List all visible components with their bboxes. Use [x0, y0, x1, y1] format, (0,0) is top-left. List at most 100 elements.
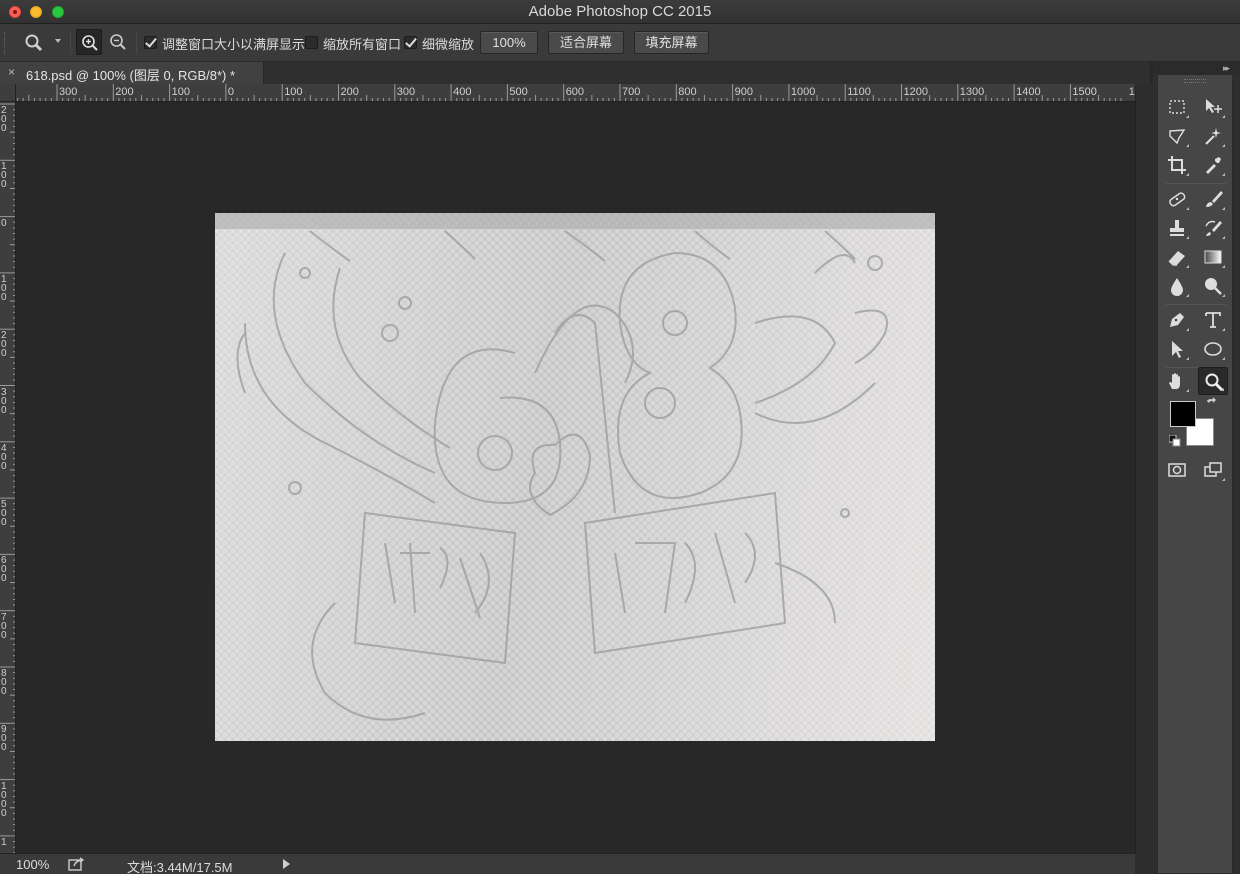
ruler-label: 1 [1, 836, 7, 848]
eraser-icon [1168, 251, 1185, 266]
document-tab-strip: × 618.psd @ 100% (图层 0, RGB/8*) * [0, 62, 1150, 84]
quick-mask-button[interactable] [1162, 456, 1192, 484]
water-drop-icon [1171, 278, 1183, 296]
toolbox-grip[interactable] [1184, 79, 1206, 83]
ruler-label: 300 [59, 86, 78, 98]
ruler-label: 300 [396, 86, 416, 98]
gradient-tool[interactable] [1198, 243, 1228, 271]
ellipse-icon [1204, 342, 1222, 356]
ruler-label: 600 [565, 86, 585, 98]
ruler-label: 300 [1, 386, 7, 416]
healing-brush-tool[interactable] [1162, 185, 1192, 213]
foreground-color-swatch[interactable] [1170, 401, 1196, 427]
resize-windows-checkbox[interactable] [144, 36, 157, 49]
document-tab-label: 618.psd @ 100% (图层 0, RGB/8*) * [26, 68, 236, 83]
status-zoom-level[interactable]: 100% [16, 857, 49, 872]
blur-tool[interactable] [1162, 272, 1192, 300]
toolbox-divider [1166, 304, 1226, 305]
polygonal-lasso-icon [1169, 129, 1186, 145]
ruler-label: 400 [453, 86, 472, 98]
rectangular-marquee-icon [1169, 100, 1185, 114]
close-tab-icon[interactable]: × [8, 65, 15, 79]
ruler-label: 700 [622, 86, 641, 98]
toolbox-header: ▸▸ [1153, 62, 1240, 74]
hand-tool[interactable] [1162, 367, 1192, 395]
collapse-panel-icon[interactable]: ▸▸ [1223, 63, 1230, 74]
status-bar: 100% 文档:3.44M/17.5M [0, 853, 1135, 874]
ruler-label: 100 [284, 86, 303, 98]
ruler-origin[interactable] [0, 84, 16, 102]
marquee-tool[interactable] [1162, 93, 1192, 121]
brush-tool[interactable] [1198, 185, 1228, 213]
default-colors-icon[interactable] [1169, 435, 1181, 447]
move-icon [1206, 99, 1222, 113]
canvas-area[interactable] [17, 103, 1135, 853]
ruler-label: 800 [1, 668, 7, 697]
share-icon[interactable] [68, 857, 85, 871]
history-brush-tool[interactable] [1198, 214, 1228, 242]
ruler-label: 100 [1, 161, 7, 191]
zoom-tool[interactable] [1198, 367, 1228, 395]
zoom-in-button[interactable] [76, 29, 102, 55]
magic-wand-tool[interactable] [1198, 122, 1228, 150]
ruler-label: 900 [734, 86, 753, 98]
pen-tool[interactable] [1162, 306, 1192, 334]
zoom-all-windows-label: 缩放所有窗口 [323, 37, 402, 52]
fit-screen-button[interactable]: 适合屏幕 [548, 31, 624, 54]
ruler-label: 200 [1, 105, 7, 134]
vertical-ruler[interactable]: 200100010020030040050060070080090010001 [0, 102, 16, 854]
vertical-scrollbar[interactable] [1135, 84, 1153, 854]
brush-icon [1206, 191, 1223, 207]
scrubby-zoom-label: 细微缩放 [422, 37, 475, 52]
sketch-artwork [236, 230, 888, 721]
dodge-tool[interactable] [1198, 272, 1228, 300]
stamp-icon [1170, 220, 1184, 236]
title-bar: Adobe Photoshop CC 2015 [0, 0, 1240, 24]
pen-icon [1170, 313, 1184, 327]
ruler-label: 1500 [1072, 86, 1097, 98]
ruler-label: 200 [1, 330, 7, 360]
screen-mode-button[interactable] [1198, 456, 1228, 484]
eyedropper-icon [1206, 157, 1221, 174]
options-bar-grip[interactable] [4, 32, 8, 54]
type-icon [1205, 312, 1221, 328]
chevron-down-icon [55, 39, 61, 43]
ruler-label: 1200 [903, 86, 928, 98]
window-title: Adobe Photoshop CC 2015 [528, 3, 712, 20]
ruler-label: 200 [115, 86, 134, 98]
crop-tool[interactable] [1162, 151, 1192, 179]
ruler-label: 700 [1, 611, 7, 641]
zoom-all-windows-checkbox[interactable] [305, 36, 318, 49]
status-menu-arrow-icon[interactable] [283, 859, 290, 869]
move-tool[interactable] [1198, 93, 1228, 121]
document-tab[interactable]: × 618.psd @ 100% (图层 0, RGB/8*) * [0, 62, 264, 84]
ruler-label: 1300 [959, 86, 985, 98]
path-selection-tool[interactable] [1162, 335, 1192, 363]
ellipse-tool[interactable] [1198, 335, 1228, 363]
zoom-out-button[interactable] [105, 29, 131, 55]
scroll-corner [1135, 854, 1153, 874]
lasso-tool[interactable] [1162, 122, 1192, 150]
document-canvas[interactable] [215, 213, 935, 741]
options-bar: 调整窗口大小以满屏显示 缩放所有窗口 细微缩放 100% 适合屏幕 填充屏幕 [0, 24, 1240, 62]
clone-stamp-tool[interactable] [1162, 214, 1192, 242]
zoom-100-button[interactable]: 100% [480, 31, 538, 54]
toolbox [1157, 74, 1233, 874]
ruler-label: 0 [1, 217, 7, 229]
eyedropper-tool[interactable] [1198, 151, 1228, 179]
swap-colors-icon[interactable] [1204, 397, 1218, 411]
ruler-label: 100 [1, 273, 7, 303]
divider [136, 32, 137, 54]
ruler-label: 200 [340, 86, 359, 98]
scrubby-zoom-checkbox[interactable] [404, 36, 417, 49]
ruler-label: 1000 [1, 780, 7, 819]
horizontal-ruler[interactable]: 300 200 100 0 100 200 300 400 500 600 700 800 900 100… [16, 84, 1136, 102]
eraser-tool[interactable] [1162, 243, 1192, 271]
ruler-label: 600 [1, 555, 7, 585]
ruler-label: 900 [1, 724, 7, 754]
gradient-icon [1204, 250, 1222, 264]
ruler-label: 100 [171, 86, 190, 98]
fill-screen-button[interactable]: 填充屏幕 [634, 31, 709, 54]
tool-preset-picker[interactable] [22, 32, 66, 54]
type-tool[interactable] [1198, 306, 1228, 334]
